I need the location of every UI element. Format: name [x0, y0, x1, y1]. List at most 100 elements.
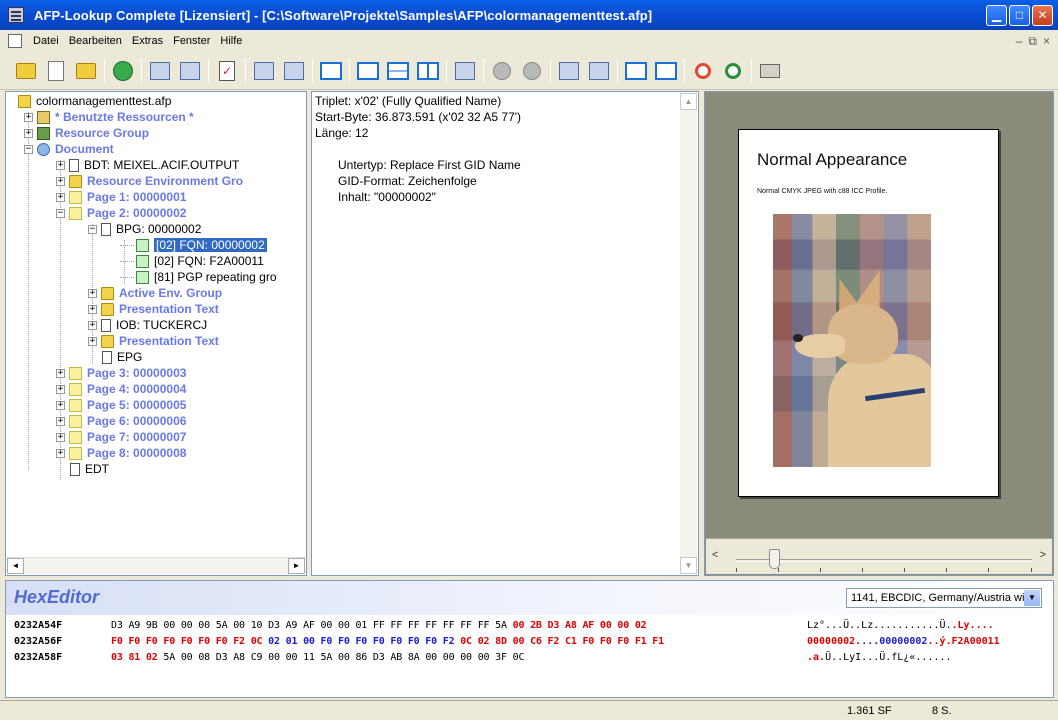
collapse-toggle[interactable]: −	[24, 144, 33, 154]
expand-toggle[interactable]: +	[56, 160, 65, 170]
menu-fenster[interactable]: Fenster	[168, 35, 215, 47]
refresh-button[interactable]	[111, 59, 135, 83]
tree-item-page-1[interactable]: + Page 1: 00000001	[56, 189, 186, 205]
grid-button[interactable]	[587, 59, 611, 83]
document-icon[interactable]	[8, 34, 22, 48]
menu-extras[interactable]: Extras	[127, 35, 168, 47]
tree-item-page-5[interactable]: + Page 5: 00000005	[56, 397, 186, 413]
window-single-button[interactable]	[356, 59, 380, 83]
ruler-button[interactable]	[557, 59, 581, 83]
open-folder-button[interactable]	[14, 59, 38, 83]
tree-item-page-8[interactable]: + Page 8: 00000008	[56, 445, 186, 461]
mdi-minimize-button[interactable]: –	[1016, 34, 1023, 49]
structure-tree[interactable]: colormanagementtest.afp + * Benutzte Res…	[5, 91, 307, 576]
zoom-out-button[interactable]	[691, 59, 715, 83]
tree-item-epg[interactable]: EPG	[102, 349, 142, 365]
tree-item-page-4[interactable]: + Page 4: 00000004	[56, 381, 186, 397]
chevron-down-icon[interactable]: ▼	[1024, 590, 1040, 606]
hex-ascii[interactable]: Lz°...Ü..Lz...........Ü..Ly....	[807, 620, 994, 631]
fit-page-button[interactable]	[654, 59, 678, 83]
tree-item-page-2[interactable]: − Page 2: 00000002	[56, 205, 186, 221]
tree-item-bpg[interactable]: − BPG: 00000002	[88, 221, 201, 237]
tree-horizontal-scrollbar[interactable]: ◄ ►	[7, 557, 305, 574]
collapse-toggle[interactable]: −	[88, 224, 97, 234]
collapse-toggle[interactable]: −	[56, 208, 65, 218]
tree-item-resource-environment[interactable]: + Resource Environment Gro	[56, 173, 243, 189]
tree-item-active-env-group[interactable]: + Active Env. Group	[88, 285, 222, 301]
zoom-in-button[interactable]	[721, 59, 745, 83]
mdi-close-button[interactable]: ×	[1043, 34, 1050, 49]
settings-button[interactable]	[453, 59, 477, 83]
split-horizontal-button[interactable]	[386, 59, 410, 83]
wrench-button[interactable]	[282, 59, 306, 83]
expand-toggle[interactable]: +	[56, 432, 65, 442]
tree-item-iob[interactable]: + IOB: TUCKERCJ	[88, 317, 207, 333]
zoom-slider-track[interactable]	[736, 559, 1032, 572]
find-next-button[interactable]	[178, 59, 202, 83]
scroll-right-button[interactable]: ►	[288, 558, 305, 574]
tree-item-bdt[interactable]: + BDT: MEIXEL.ACIF.OUTPUT	[56, 157, 239, 173]
menu-hilfe[interactable]: Hilfe	[215, 35, 247, 47]
tree-item-presentation-text-2[interactable]: + Presentation Text	[88, 333, 219, 349]
expand-toggle[interactable]: +	[56, 448, 65, 458]
checklist-button[interactable]: ✓	[215, 59, 239, 83]
tree-item-page-3[interactable]: + Page 3: 00000003	[56, 365, 186, 381]
expand-toggle[interactable]: +	[56, 416, 65, 426]
tree-item-resource-group[interactable]: + Resource Group	[24, 125, 149, 141]
minimize-button[interactable]: ▁	[986, 4, 1007, 26]
expand-toggle[interactable]: +	[56, 176, 65, 186]
zoom-right-button[interactable]: >	[1040, 549, 1046, 561]
split-vertical-button[interactable]	[416, 59, 440, 83]
expand-toggle[interactable]: +	[56, 384, 65, 394]
expand-toggle[interactable]: +	[88, 320, 97, 330]
zoom-slider-thumb[interactable]	[769, 549, 781, 569]
hex-bytes[interactable]: D3 A9 9B 00 00 00 5A 00 10 D3 A9 AF 00 0…	[111, 620, 647, 631]
zoom-left-button[interactable]: <	[712, 549, 718, 561]
hex-ascii[interactable]: .a.Ü..LyI...Ü.fL¿«......	[807, 652, 952, 663]
tree-item-fqn-f2a[interactable]: [02] FQN: F2A00011	[120, 253, 264, 269]
scroll-left-button[interactable]: ◄	[7, 558, 24, 574]
tree-item-root[interactable]: colormanagementtest.afp	[18, 93, 171, 109]
tree-item-edt[interactable]: EDT	[70, 461, 109, 477]
hex-editor-panel[interactable]: HexEditor 1141, EBCDIC, Germany/Austria …	[5, 580, 1054, 698]
scroll-up-button[interactable]: ▲	[680, 93, 697, 110]
find-button[interactable]	[148, 59, 172, 83]
print-button[interactable]	[758, 59, 782, 83]
expand-toggle[interactable]: +	[56, 192, 65, 202]
page-preview-pane[interactable]: Normal Appearance Normal CMYK JPEG with …	[704, 91, 1054, 576]
tree-item-fqn-selected[interactable]: [02] FQN: 00000002	[120, 237, 267, 253]
details-pane[interactable]: Triplet: x'02' (Fully Qualified Name) St…	[311, 91, 699, 576]
expand-toggle[interactable]: +	[24, 112, 33, 122]
tools-button[interactable]	[252, 59, 276, 83]
menu-datei[interactable]: Datei	[28, 35, 64, 47]
hex-bytes[interactable]: 03 81 02 5A 00 08 D3 A8 C9 00 00 11 5A 0…	[111, 652, 524, 663]
tree-item-document[interactable]: − Document	[24, 141, 114, 157]
stop-button[interactable]	[490, 59, 514, 83]
menu-bearbeiten[interactable]: Bearbeiten	[64, 35, 127, 47]
expand-toggle[interactable]: +	[88, 304, 97, 314]
expand-toggle[interactable]: +	[24, 128, 33, 138]
zoom-page-button[interactable]	[319, 59, 343, 83]
tree-item-page-6[interactable]: + Page 6: 00000006	[56, 413, 186, 429]
hex-bytes[interactable]: F0 F0 F0 F0 F0 F0 F0 F2 0C 02 01 00 F0 F…	[111, 636, 664, 647]
expand-toggle[interactable]: +	[88, 336, 97, 346]
mdi-restore-button[interactable]: ⧉	[1028, 34, 1037, 49]
maximize-button[interactable]: □	[1009, 4, 1030, 26]
tree-item-presentation-text-1[interactable]: + Presentation Text	[88, 301, 219, 317]
tree-item-pgp[interactable]: [81] PGP repeating gro	[120, 269, 277, 285]
scroll-down-button[interactable]: ▼	[680, 557, 697, 574]
app-icon[interactable]	[8, 7, 24, 23]
expand-toggle[interactable]: +	[56, 368, 65, 378]
close-button[interactable]: ✕	[1032, 4, 1053, 26]
codepage-select[interactable]: 1141, EBCDIC, Germany/Austria wit ▼	[846, 588, 1042, 608]
fit-width-button[interactable]	[624, 59, 648, 83]
expand-toggle[interactable]: +	[88, 288, 97, 298]
expand-toggle[interactable]: +	[56, 400, 65, 410]
details-vertical-scrollbar[interactable]: ▲ ▼	[680, 93, 697, 574]
hex-ascii[interactable]: 00000002....00000002..ý.F2A00011	[807, 636, 1000, 647]
rotate-button[interactable]	[520, 59, 544, 83]
tree-item-benutzte-ressourcen[interactable]: + * Benutzte Ressourcen *	[24, 109, 194, 125]
tree-item-page-7[interactable]: + Page 7: 00000007	[56, 429, 186, 445]
folder-button[interactable]	[74, 59, 98, 83]
export-button[interactable]	[44, 59, 68, 83]
